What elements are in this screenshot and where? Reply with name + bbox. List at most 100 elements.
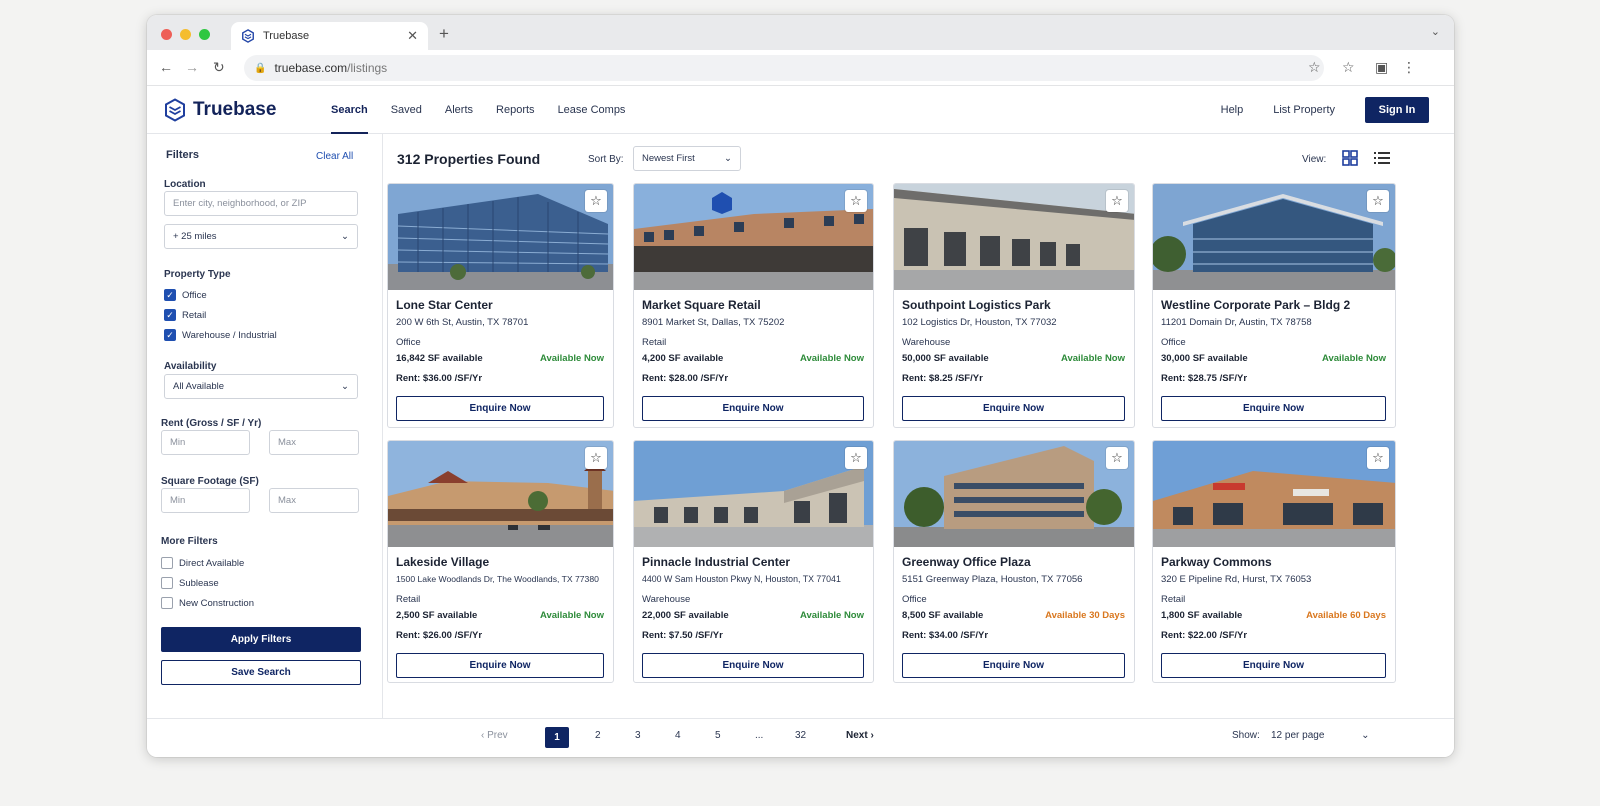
listing-card[interactable]: ☆ Parkway Commons 320 E Pipeline Rd, Hur…: [1152, 440, 1396, 683]
listing-name[interactable]: Lakeside Village: [396, 555, 489, 569]
browser-tab-bar: Truebase ✕ + ⌄: [147, 15, 1454, 50]
per-page-select[interactable]: 12 per page ⌄: [1271, 730, 1370, 741]
page-4-button[interactable]: 4: [675, 730, 681, 741]
help-link[interactable]: Help: [1221, 104, 1244, 116]
page-32-button[interactable]: 32: [795, 730, 806, 741]
new-tab-icon[interactable]: +: [439, 24, 449, 44]
nav-search[interactable]: Search: [321, 86, 378, 134]
enquire-now-button[interactable]: Enquire Now: [1161, 653, 1386, 678]
maximize-window-button[interactable]: [199, 29, 210, 40]
list-view-icon[interactable]: [1373, 149, 1391, 167]
listing-sf: 4,200 SF available: [642, 353, 724, 364]
listing-name[interactable]: Lone Star Center: [396, 298, 493, 312]
listing-card[interactable]: ☆ Southpoint Logistics Park 102 Logistic…: [893, 183, 1135, 428]
list-property-link[interactable]: List Property: [1273, 104, 1335, 116]
enquire-now-button[interactable]: Enquire Now: [902, 653, 1125, 678]
listing-name[interactable]: Market Square Retail: [642, 298, 761, 312]
property-photo: ☆: [1153, 441, 1395, 547]
apply-filters-button[interactable]: Apply Filters: [161, 627, 361, 652]
listing-name[interactable]: Parkway Commons: [1161, 555, 1272, 569]
clear-all-link[interactable]: Clear All: [316, 151, 353, 162]
property-photo: ☆: [634, 441, 873, 547]
rent-min-input[interactable]: Min: [161, 430, 250, 455]
listing-card[interactable]: ☆ Pinnacle Industrial Center 4400 W Sam …: [633, 440, 874, 683]
sign-in-button[interactable]: Sign In: [1365, 97, 1429, 123]
favorite-star-icon[interactable]: ☆: [585, 190, 607, 212]
address-bar: ← → ↻ 🔒 truebase.com/listings ☆ ☆ ▣ ⋮: [147, 50, 1454, 86]
checkbox-retail[interactable]: ✓ Retail: [164, 309, 206, 321]
nav-saved[interactable]: Saved: [381, 86, 432, 134]
tab-list-chevron-icon[interactable]: ⌄: [1431, 25, 1440, 38]
url-path: /listings: [347, 61, 388, 75]
share-icon[interactable]: ☆: [1308, 59, 1321, 76]
listing-sf: 30,000 SF available: [1161, 353, 1248, 364]
checkbox-checked-icon: ✓: [164, 289, 176, 301]
listing-rent: Rent: $22.00 /SF/Yr: [1161, 630, 1248, 641]
close-tab-icon[interactable]: ✕: [407, 28, 418, 44]
reload-icon[interactable]: ↻: [213, 59, 225, 76]
page-2-button[interactable]: 2: [595, 730, 601, 741]
url-field[interactable]: 🔒 truebase.com/listings: [244, 55, 1324, 81]
enquire-now-button[interactable]: Enquire Now: [396, 396, 604, 421]
listing-card[interactable]: ☆ Greenway Office Plaza 5151 Greenway Pl…: [893, 440, 1135, 683]
bookmark-star-icon[interactable]: ☆: [1342, 59, 1355, 76]
sqft-max-input[interactable]: Max: [269, 488, 359, 513]
favorite-star-icon[interactable]: ☆: [845, 190, 867, 212]
listing-card[interactable]: ☆ Lakeside Village 1500 Lake Woodlands D…: [387, 440, 614, 683]
profile-icon[interactable]: ▣: [1375, 59, 1388, 76]
grid-view-icon[interactable]: [1341, 149, 1359, 167]
checkbox-direct-available[interactable]: Direct Available: [161, 557, 244, 569]
enquire-now-button[interactable]: Enquire Now: [902, 396, 1125, 421]
prev-label: Prev: [487, 730, 508, 741]
checkbox-warehouse-industrial[interactable]: ✓ Warehouse / Industrial: [164, 329, 277, 341]
listing-name[interactable]: Greenway Office Plaza: [902, 555, 1031, 569]
favorite-star-icon[interactable]: ☆: [585, 447, 607, 469]
rent-max-input[interactable]: Max: [269, 430, 359, 455]
page-5-button[interactable]: 5: [715, 730, 721, 741]
enquire-now-button[interactable]: Enquire Now: [1161, 396, 1386, 421]
nav-reports[interactable]: Reports: [486, 86, 545, 134]
favorite-star-icon[interactable]: ☆: [1106, 190, 1128, 212]
checkbox-office[interactable]: ✓ Office: [164, 289, 207, 301]
listing-rent: Rent: $34.00 /SF/Yr: [902, 630, 989, 641]
favorite-star-icon[interactable]: ☆: [1367, 447, 1389, 469]
radius-select[interactable]: + 25 miles ⌄: [164, 224, 358, 249]
favorite-star-icon[interactable]: ☆: [1106, 447, 1128, 469]
listing-name[interactable]: Pinnacle Industrial Center: [642, 555, 790, 569]
checkbox-new-construction[interactable]: New Construction: [161, 597, 254, 609]
enquire-now-button[interactable]: Enquire Now: [396, 653, 604, 678]
sort-select[interactable]: Newest First ⌄: [633, 146, 741, 171]
next-page-button[interactable]: Next ›: [846, 730, 874, 741]
back-arrow-icon[interactable]: ←: [159, 59, 173, 75]
sqft-min-input[interactable]: Min: [161, 488, 250, 513]
listing-card[interactable]: ☆ Westline Corporate Park – Bldg 2 11201…: [1152, 183, 1396, 428]
favorite-star-icon[interactable]: ☆: [845, 447, 867, 469]
availability-select[interactable]: All Available ⌄: [164, 374, 358, 399]
rent-label: Rent (Gross / SF / Yr): [161, 418, 262, 429]
enquire-now-button[interactable]: Enquire Now: [642, 396, 864, 421]
property-photo: ☆: [634, 184, 873, 290]
nav-lease-comps[interactable]: Lease Comps: [548, 86, 636, 134]
page-1-button[interactable]: 1: [545, 727, 569, 748]
listing-name[interactable]: Southpoint Logistics Park: [902, 298, 1051, 312]
listing-sf: 8,500 SF available: [902, 610, 984, 621]
listing-card[interactable]: ☆ Market Square Retail 8901 Market St, D…: [633, 183, 874, 428]
browser-tab[interactable]: Truebase ✕: [231, 22, 428, 50]
favorite-star-icon[interactable]: ☆: [1367, 190, 1389, 212]
enquire-now-button[interactable]: Enquire Now: [642, 653, 864, 678]
nav-alerts[interactable]: Alerts: [435, 86, 483, 134]
location-input[interactable]: Enter city, neighborhood, or ZIP: [164, 191, 358, 216]
listing-availability: Available 30 Days: [1045, 610, 1125, 621]
save-search-button[interactable]: Save Search: [161, 660, 361, 685]
browser-menu-icon[interactable]: ⋮: [1402, 59, 1416, 76]
forward-arrow-icon[interactable]: →: [185, 59, 199, 75]
truebase-logo[interactable]: Truebase: [164, 98, 276, 122]
listing-name[interactable]: Westline Corporate Park – Bldg 2: [1161, 298, 1350, 312]
listing-card[interactable]: ☆ Lone Star Center 200 W 6th St, Austin,…: [387, 183, 614, 428]
close-window-button[interactable]: [161, 29, 172, 40]
checkbox-sublease[interactable]: Sublease: [161, 577, 219, 589]
listing-rent: Rent: $7.50 /SF/Yr: [642, 630, 723, 641]
page-3-button[interactable]: 3: [635, 730, 641, 741]
prev-page-button[interactable]: ‹ Prev: [481, 730, 508, 741]
minimize-window-button[interactable]: [180, 29, 191, 40]
